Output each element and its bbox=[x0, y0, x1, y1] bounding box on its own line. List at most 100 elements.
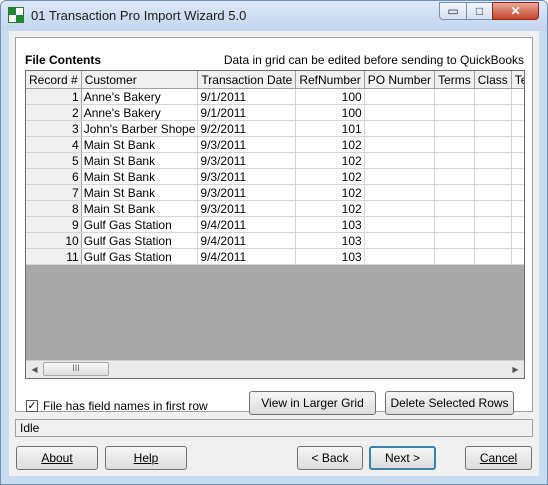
table-row[interactable]: 1 Anne's Bakery 9/1/2011 100 bbox=[26, 88, 524, 105]
table-row[interactable]: 5 Main St Bank 9/3/2011 102 bbox=[26, 152, 524, 169]
delete-selected-rows-button[interactable]: Delete Selected Rows bbox=[385, 391, 514, 415]
tem-cell[interactable] bbox=[511, 184, 524, 201]
terms-cell[interactable] bbox=[434, 216, 475, 233]
po-number-cell[interactable] bbox=[364, 88, 436, 105]
ref-number-cell[interactable]: 102 bbox=[295, 152, 365, 169]
tem-cell[interactable] bbox=[511, 152, 524, 169]
table-row[interactable]: 11 Gulf Gas Station 9/4/2011 103 bbox=[26, 248, 524, 265]
customer-cell[interactable]: John's Barber Shope bbox=[81, 120, 199, 137]
field-names-label[interactable]: File has field names in first row bbox=[43, 399, 208, 413]
scroll-left-icon[interactable]: ◀ bbox=[26, 361, 43, 378]
record-cell[interactable]: 11 bbox=[26, 248, 82, 265]
po-number-cell[interactable] bbox=[364, 184, 436, 201]
next-button[interactable]: Next > bbox=[369, 446, 436, 470]
terms-cell[interactable] bbox=[434, 232, 475, 249]
transaction-date-cell[interactable]: 9/1/2011 bbox=[197, 88, 297, 105]
customer-cell[interactable]: Main St Bank bbox=[81, 136, 199, 153]
record-cell[interactable]: 7 bbox=[26, 184, 82, 201]
horizontal-scrollbar[interactable]: ◀ III ▶ bbox=[26, 360, 524, 378]
po-number-cell[interactable] bbox=[364, 200, 436, 217]
record-cell[interactable]: 6 bbox=[26, 168, 82, 185]
po-number-cell[interactable] bbox=[364, 248, 436, 265]
class-cell[interactable] bbox=[474, 88, 512, 105]
terms-cell[interactable] bbox=[434, 184, 475, 201]
scroll-right-icon[interactable]: ▶ bbox=[507, 361, 524, 378]
ref-number-cell[interactable]: 100 bbox=[295, 88, 365, 105]
record-cell[interactable]: 5 bbox=[26, 152, 82, 169]
col-header-ref-number[interactable]: RefNumber bbox=[295, 71, 365, 89]
maximize-button[interactable]: □ bbox=[466, 2, 493, 20]
ref-number-cell[interactable]: 100 bbox=[295, 104, 365, 121]
customer-cell[interactable]: Anne's Bakery bbox=[81, 104, 199, 121]
transaction-date-cell[interactable]: 9/3/2011 bbox=[197, 136, 297, 153]
table-row[interactable]: 8 Main St Bank 9/3/2011 102 bbox=[26, 200, 524, 217]
tem-cell[interactable] bbox=[511, 232, 524, 249]
col-header-transaction-date[interactable]: Transaction Date bbox=[197, 71, 297, 89]
col-header-tem[interactable]: Tem bbox=[511, 71, 524, 89]
table-row[interactable]: 6 Main St Bank 9/3/2011 102 bbox=[26, 168, 524, 185]
data-grid[interactable]: Record # Customer Transaction Date RefNu… bbox=[25, 70, 525, 379]
table-row[interactable]: 9 Gulf Gas Station 9/4/2011 103 bbox=[26, 216, 524, 233]
terms-cell[interactable] bbox=[434, 168, 475, 185]
about-button[interactable]: About bbox=[16, 446, 98, 470]
col-header-class[interactable]: Class bbox=[474, 71, 512, 89]
class-cell[interactable] bbox=[474, 168, 512, 185]
po-number-cell[interactable] bbox=[364, 168, 436, 185]
minimize-button[interactable]: ▭ bbox=[439, 2, 467, 20]
ref-number-cell[interactable]: 101 bbox=[295, 120, 365, 137]
tem-cell[interactable] bbox=[511, 200, 524, 217]
tem-cell[interactable] bbox=[511, 104, 524, 121]
ref-number-cell[interactable]: 102 bbox=[295, 200, 365, 217]
tem-cell[interactable] bbox=[511, 168, 524, 185]
tem-cell[interactable] bbox=[511, 216, 524, 233]
po-number-cell[interactable] bbox=[364, 232, 436, 249]
terms-cell[interactable] bbox=[434, 104, 475, 121]
customer-cell[interactable]: Main St Bank bbox=[81, 184, 199, 201]
customer-cell[interactable]: Anne's Bakery bbox=[81, 88, 199, 105]
tem-cell[interactable] bbox=[511, 248, 524, 265]
scroll-thumb[interactable]: III bbox=[43, 362, 109, 376]
po-number-cell[interactable] bbox=[364, 216, 436, 233]
record-cell[interactable]: 10 bbox=[26, 232, 82, 249]
tem-cell[interactable] bbox=[511, 120, 524, 137]
table-row[interactable]: 10 Gulf Gas Station 9/4/2011 103 bbox=[26, 232, 524, 249]
transaction-date-cell[interactable]: 9/3/2011 bbox=[197, 168, 297, 185]
ref-number-cell[interactable]: 102 bbox=[295, 136, 365, 153]
class-cell[interactable] bbox=[474, 232, 512, 249]
po-number-cell[interactable] bbox=[364, 152, 436, 169]
ref-number-cell[interactable]: 102 bbox=[295, 168, 365, 185]
tem-cell[interactable] bbox=[511, 136, 524, 153]
back-button[interactable]: < Back bbox=[297, 446, 363, 470]
class-cell[interactable] bbox=[474, 216, 512, 233]
record-cell[interactable]: 2 bbox=[26, 104, 82, 121]
ref-number-cell[interactable]: 103 bbox=[295, 216, 365, 233]
customer-cell[interactable]: Main St Bank bbox=[81, 168, 199, 185]
record-cell[interactable]: 9 bbox=[26, 216, 82, 233]
class-cell[interactable] bbox=[474, 136, 512, 153]
record-cell[interactable]: 4 bbox=[26, 136, 82, 153]
ref-number-cell[interactable]: 103 bbox=[295, 248, 365, 265]
col-header-record[interactable]: Record # bbox=[26, 71, 82, 89]
field-names-checkbox[interactable]: ✓ bbox=[26, 400, 38, 412]
po-number-cell[interactable] bbox=[364, 104, 436, 121]
col-header-customer[interactable]: Customer bbox=[81, 71, 199, 89]
table-row[interactable]: 2 Anne's Bakery 9/1/2011 100 bbox=[26, 104, 524, 121]
col-header-po-number[interactable]: PO Number bbox=[364, 71, 436, 89]
transaction-date-cell[interactable]: 9/4/2011 bbox=[197, 216, 297, 233]
customer-cell[interactable]: Main St Bank bbox=[81, 152, 199, 169]
record-cell[interactable]: 3 bbox=[26, 120, 82, 137]
customer-cell[interactable]: Gulf Gas Station bbox=[81, 248, 199, 265]
customer-cell[interactable]: Gulf Gas Station bbox=[81, 232, 199, 249]
class-cell[interactable] bbox=[474, 200, 512, 217]
class-cell[interactable] bbox=[474, 248, 512, 265]
record-cell[interactable]: 8 bbox=[26, 200, 82, 217]
col-header-terms[interactable]: Terms bbox=[434, 71, 475, 89]
close-button[interactable]: ✕ bbox=[492, 2, 539, 20]
cancel-button[interactable]: Cancel bbox=[465, 446, 532, 470]
title-bar[interactable]: 01 Transaction Pro Import Wizard 5.0 ▭ □… bbox=[1, 1, 547, 31]
transaction-date-cell[interactable]: 9/2/2011 bbox=[197, 120, 297, 137]
terms-cell[interactable] bbox=[434, 136, 475, 153]
transaction-date-cell[interactable]: 9/3/2011 bbox=[197, 200, 297, 217]
table-row[interactable]: 3 John's Barber Shope 9/2/2011 101 bbox=[26, 120, 524, 137]
transaction-date-cell[interactable]: 9/3/2011 bbox=[197, 184, 297, 201]
